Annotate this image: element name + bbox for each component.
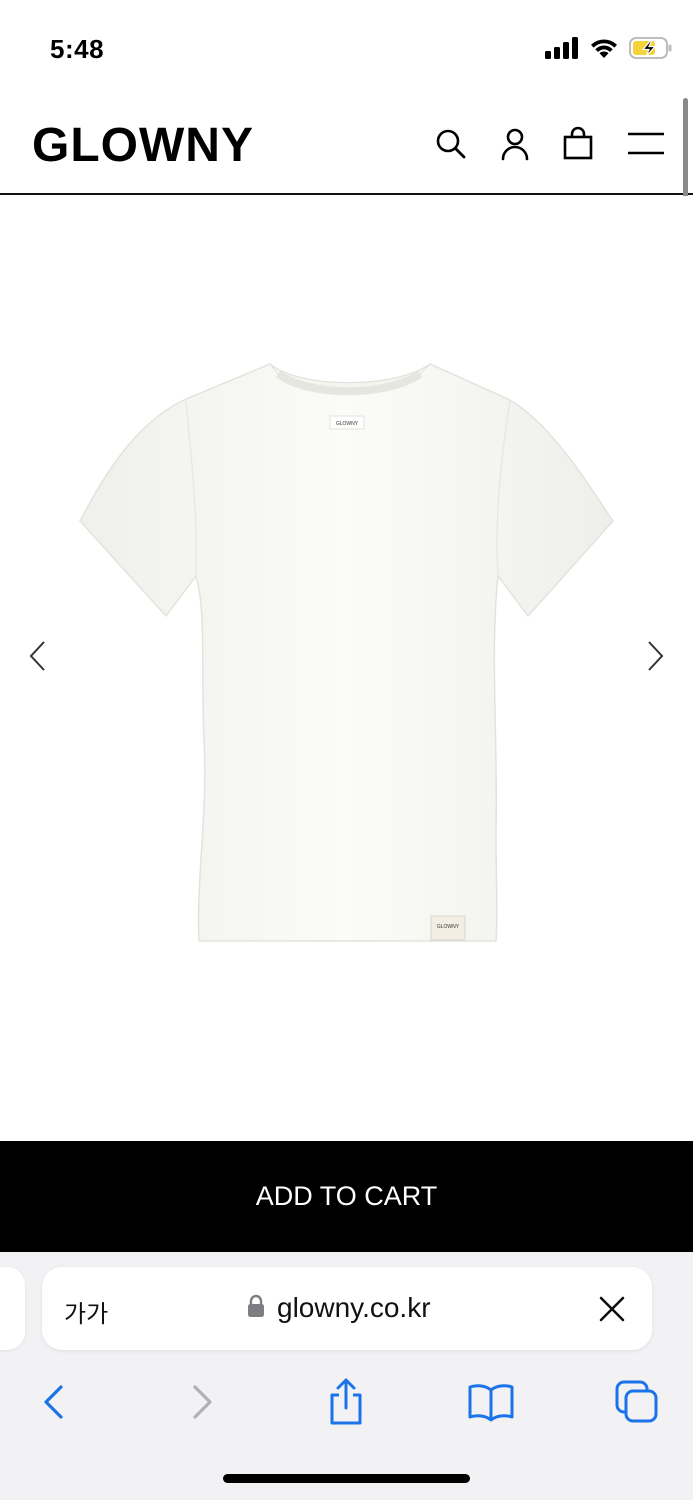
product-gallery: GLOWNY GLOWNY bbox=[0, 196, 693, 1141]
close-icon[interactable] bbox=[598, 1295, 626, 1323]
battery-charging-icon bbox=[629, 36, 673, 65]
status-time: 5:48 bbox=[50, 34, 105, 64]
bookmarks-icon[interactable] bbox=[461, 1372, 521, 1432]
wifi-icon bbox=[589, 37, 619, 64]
site-logo[interactable]: GLOWNY bbox=[32, 118, 254, 173]
tabs-icon[interactable] bbox=[607, 1372, 667, 1432]
account-icon[interactable] bbox=[497, 126, 533, 162]
browser-chrome: 가가 glowny.co.kr bbox=[0, 1252, 693, 1500]
status-icons bbox=[545, 36, 673, 65]
search-icon[interactable] bbox=[433, 126, 469, 162]
chevron-right-icon[interactable] bbox=[641, 636, 671, 676]
share-icon[interactable] bbox=[316, 1372, 376, 1432]
chevron-left-icon[interactable] bbox=[22, 636, 52, 676]
browser-toolbar bbox=[0, 1372, 693, 1432]
back-icon[interactable] bbox=[24, 1372, 84, 1432]
status-bar: 5:48 bbox=[0, 0, 693, 100]
previous-tab-card[interactable] bbox=[0, 1267, 25, 1350]
add-to-cart-button[interactable]: ADD TO CART bbox=[0, 1141, 693, 1252]
site-header: GLOWNY bbox=[0, 100, 693, 195]
url-display[interactable]: glowny.co.kr bbox=[247, 1292, 431, 1324]
text-size-button[interactable]: 가가 bbox=[64, 1294, 108, 1329]
signal-icon bbox=[545, 37, 579, 64]
menu-icon[interactable] bbox=[626, 126, 666, 162]
home-indicator bbox=[223, 1474, 470, 1483]
product-image: GLOWNY GLOWNY bbox=[78, 361, 615, 951]
hem-label-text: GLOWNY bbox=[437, 924, 460, 930]
url-text: glowny.co.kr bbox=[277, 1292, 431, 1323]
neck-label-text: GLOWNY bbox=[336, 421, 359, 427]
address-bar[interactable]: 가가 glowny.co.kr bbox=[42, 1267, 652, 1350]
forward-icon[interactable] bbox=[172, 1372, 232, 1432]
shopping-bag-icon[interactable] bbox=[560, 126, 596, 162]
lock-icon bbox=[247, 1294, 265, 1323]
